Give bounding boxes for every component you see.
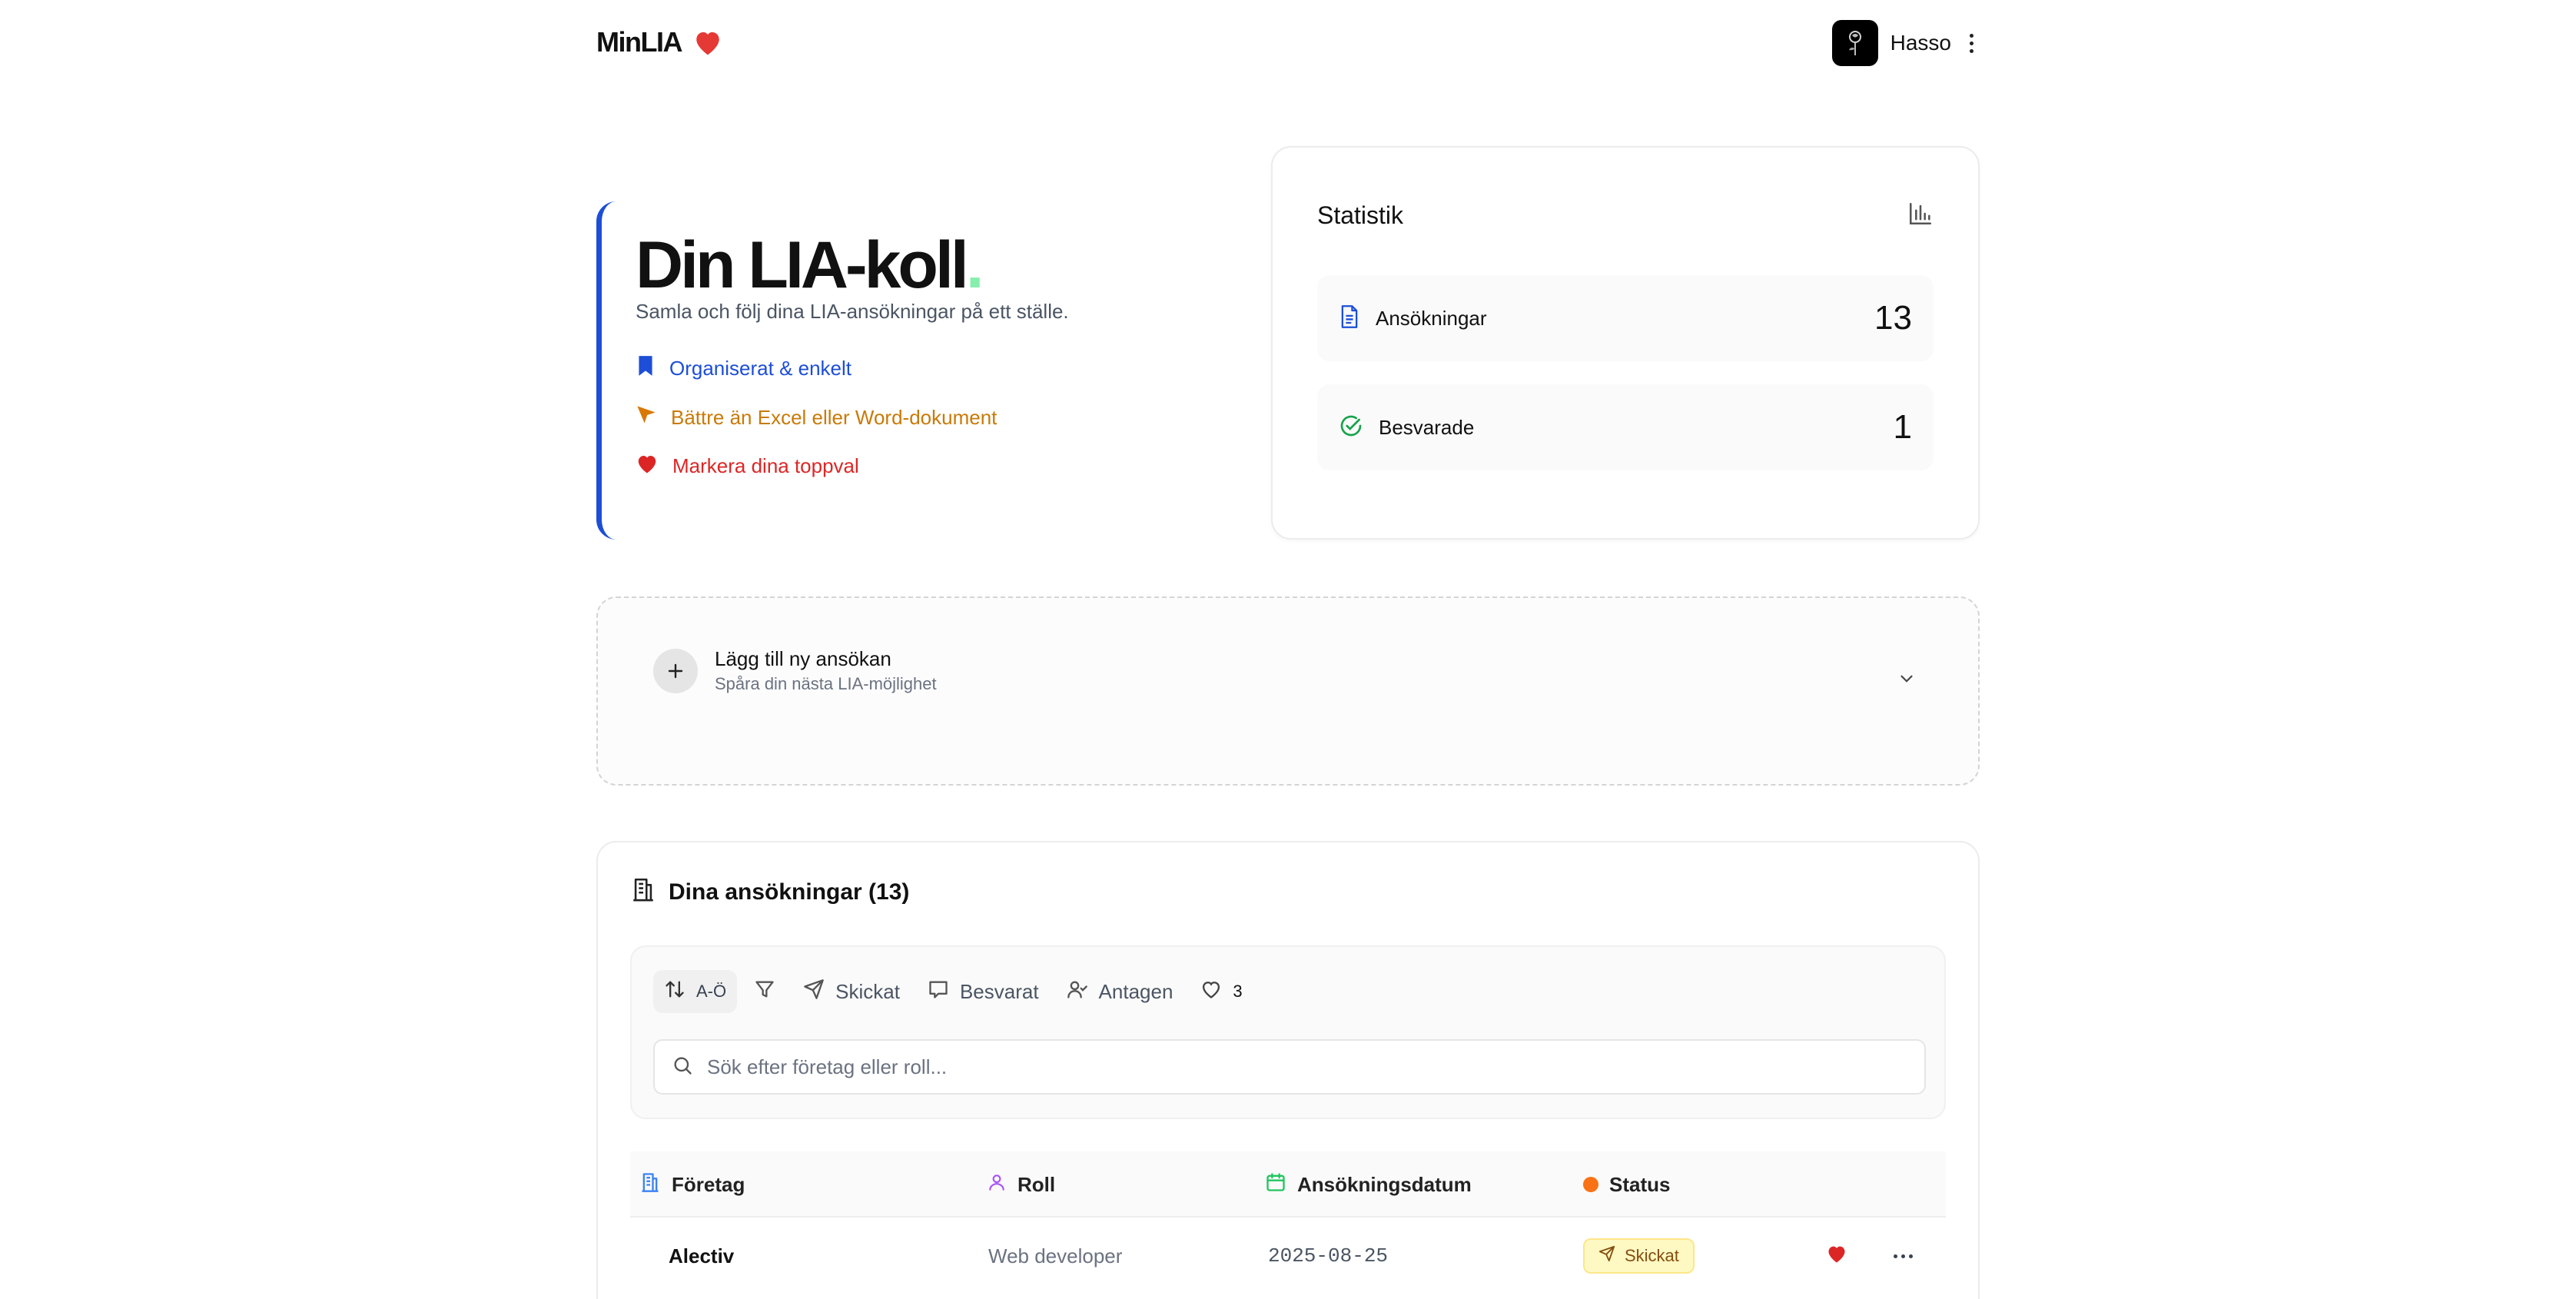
filter-accepted-button[interactable]: Antagen	[1056, 970, 1184, 1013]
user-menu[interactable]: Hasso	[1831, 20, 1980, 66]
cell-status: Skickat	[1583, 1218, 1695, 1294]
brand-name: MinLIA	[596, 26, 682, 58]
row-actions-button[interactable]	[1894, 1218, 1913, 1294]
search-input[interactable]	[707, 1055, 1860, 1079]
favorite-toggle[interactable]	[1826, 1218, 1847, 1294]
send-icon	[803, 978, 825, 1005]
cell-date: 2025-08-25	[1268, 1244, 1389, 1267]
filter-favorites-button[interactable]: 3	[1190, 970, 1253, 1013]
hero-section: Din LIA-koll. Samla och följ dina LIA-an…	[596, 201, 1088, 540]
stat-value: 13	[1874, 299, 1912, 337]
filter-icon	[754, 978, 775, 1005]
stat-applications: Ansökningar 13	[1317, 275, 1934, 361]
feature-item: Bättre än Excel eller Word-dokument	[636, 404, 1088, 431]
cell-company: Alectiv	[669, 1244, 735, 1267]
feature-list: Organiserat & enkelt Bättre än Excel ell…	[636, 354, 1088, 480]
sort-arrows-icon	[664, 978, 685, 1005]
send-icon	[1598, 1245, 1615, 1267]
heart-icon	[692, 28, 723, 56]
table-header: Företag Roll Ansökningsdatum Status	[630, 1151, 1946, 1218]
add-application-subtitle: Spåra din nästa LIA-möjlighet	[715, 674, 937, 693]
filter-button[interactable]	[743, 970, 786, 1013]
more-horizontal-icon	[1894, 1254, 1913, 1258]
stats-card: Statistik Ansökningar 13 Besvarade 1	[1271, 146, 1980, 540]
calendar-icon	[1265, 1171, 1286, 1198]
applications-title: Dina ansökningar (13)	[669, 879, 910, 905]
heart-outline-icon	[1200, 979, 1222, 1005]
bookmark-icon	[636, 354, 656, 383]
building-icon	[630, 876, 656, 909]
bar-chart-icon	[1907, 201, 1934, 231]
filter-sent-button[interactable]: Skickat	[792, 970, 911, 1013]
favorites-count: 3	[1233, 982, 1243, 1001]
column-date[interactable]: Ansökningsdatum	[1265, 1151, 1472, 1218]
user-icon	[987, 1171, 1007, 1198]
chevron-down-icon[interactable]	[1897, 669, 1917, 693]
column-status[interactable]: Status	[1583, 1151, 1670, 1218]
building-icon	[639, 1171, 661, 1198]
status-dot-icon	[1583, 1177, 1598, 1192]
feature-item: Organiserat & enkelt	[636, 354, 1088, 383]
add-application-title: Lägg till ny ansökan	[715, 647, 891, 670]
user-check-icon	[1067, 978, 1088, 1005]
cell-role: Web developer	[988, 1244, 1123, 1267]
applications-card: Dina ansökningar (13) A-Ö Skickat Besvar…	[596, 841, 1980, 1299]
check-circle-icon	[1339, 414, 1363, 442]
brand[interactable]: MinLIA	[596, 26, 723, 58]
column-role[interactable]: Roll	[987, 1151, 1055, 1218]
heart-icon	[636, 453, 659, 480]
message-square-icon	[928, 978, 949, 1005]
add-application-panel[interactable]: Lägg till ny ansökan Spåra din nästa LIA…	[596, 596, 1980, 786]
status-badge[interactable]: Skickat	[1583, 1238, 1695, 1274]
page-subtitle: Samla och följ dina LIA-ansökningar på e…	[636, 300, 1069, 323]
filter-panel: A-Ö Skickat Besvarat Antagen 3 Sök efter…	[630, 945, 1946, 1119]
filter-toolbar: A-Ö Skickat Besvarat Antagen 3	[653, 970, 1253, 1013]
document-icon	[1339, 304, 1360, 333]
feature-item: Markera dina toppval	[636, 453, 1088, 480]
column-company[interactable]: Företag	[639, 1151, 745, 1218]
more-vertical-icon[interactable]	[1964, 33, 1980, 53]
avatar[interactable]	[1831, 20, 1878, 66]
table-row[interactable]: Alectiv Web developer 2025-08-25 Skickat	[630, 1218, 1946, 1294]
heart-icon	[1826, 1244, 1847, 1269]
stats-title: Statistik	[1317, 201, 1404, 229]
plus-icon[interactable]	[653, 648, 698, 693]
applications-header: Dina ansökningar (13)	[630, 876, 909, 909]
filter-answered-button[interactable]: Besvarat	[917, 970, 1050, 1013]
stat-value: 1	[1893, 408, 1912, 446]
page-title: Din LIA-koll.	[636, 228, 984, 302]
search-icon	[672, 1055, 693, 1080]
stat-answered: Besvarade 1	[1317, 384, 1934, 470]
cursor-arrow-icon	[636, 404, 657, 431]
user-name: Hasso	[1890, 31, 1951, 55]
sort-button[interactable]: A-Ö	[653, 970, 738, 1013]
search-box[interactable]	[653, 1039, 1926, 1095]
rose-icon	[1848, 31, 1861, 55]
